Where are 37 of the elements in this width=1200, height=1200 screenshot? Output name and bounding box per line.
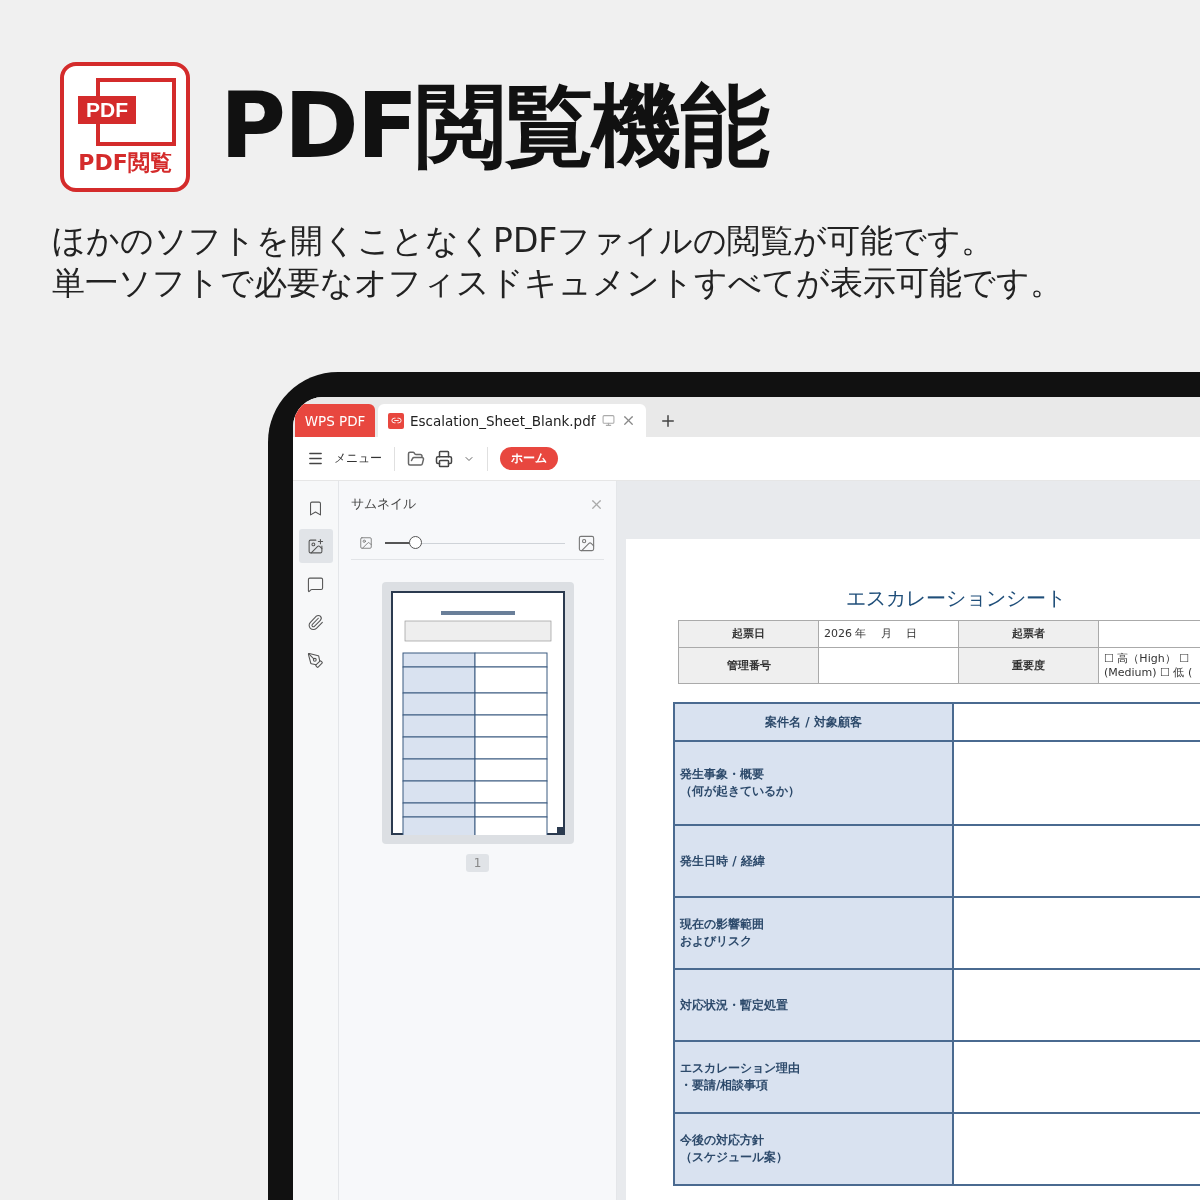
- tab-label: Escalation_Sheet_Blank.pdf: [410, 412, 596, 429]
- thumbnail-frame[interactable]: [381, 582, 574, 844]
- row-label: 案件名 / 対象顧客: [675, 704, 954, 742]
- page-thumbnail-drawing[interactable]: [390, 591, 565, 835]
- row-label: 発生日時 / 経緯: [675, 826, 954, 898]
- image-large-icon[interactable]: [577, 533, 596, 553]
- tab[interactable]: Escalation_Sheet_Blank.pdf: [378, 404, 646, 437]
- table-header-cell: 起票者: [959, 621, 1099, 648]
- feature-description: 単一ソフトで必要なオフィスドキュメントすべてが表示可能です。: [52, 262, 1064, 304]
- folder-icon[interactable]: [407, 449, 425, 468]
- feature-title: PDF閲覧機能: [220, 72, 769, 180]
- row-label: 対応状況・暫定処置: [675, 970, 954, 1042]
- table-header-cell: 起票日: [679, 621, 819, 648]
- logo-badge: PDF: [78, 96, 136, 124]
- image-small-icon[interactable]: [359, 536, 373, 550]
- menu-button[interactable]: メニュー: [334, 450, 382, 467]
- panel-title: サムネイル: [351, 495, 416, 513]
- pdf-file-icon: [388, 412, 404, 429]
- slider-thumb[interactable]: [408, 536, 422, 549]
- page-number[interactable]: 1: [465, 854, 490, 872]
- row-label: エスカレーション理由 ・要請/相談事項: [675, 1042, 954, 1114]
- table-header-cell: 重要度: [959, 648, 1099, 684]
- tab[interactable]: WPS PDF: [295, 404, 375, 437]
- table-cell: ☐ 高（High） ☐ (Medium) ☐ 低 (: [1099, 648, 1200, 684]
- row-label: 発生事象・概要 （何が起きているか）: [675, 742, 954, 826]
- tab-label: WPS PDF: [304, 412, 366, 429]
- table-header-cell: 管理番号: [679, 648, 819, 684]
- home-button[interactable]: ホーム: [500, 447, 558, 470]
- row-label: 現在の影響範囲 およびリスク: [675, 898, 954, 970]
- zoom-slider[interactable]: [385, 536, 565, 550]
- image-icon[interactable]: [298, 529, 333, 563]
- menu-icon[interactable]: [307, 450, 324, 467]
- row-label: 今後の対応方針 （スケジュール案）: [675, 1114, 954, 1186]
- logo-caption: PDF閲覧: [78, 149, 172, 177]
- print-icon[interactable]: [435, 449, 453, 468]
- feature-description: ほかのソフトを開くことなくPDFファイルの閲覧が可能です。: [52, 220, 996, 262]
- document-title: エスカレーションシート: [845, 585, 1067, 612]
